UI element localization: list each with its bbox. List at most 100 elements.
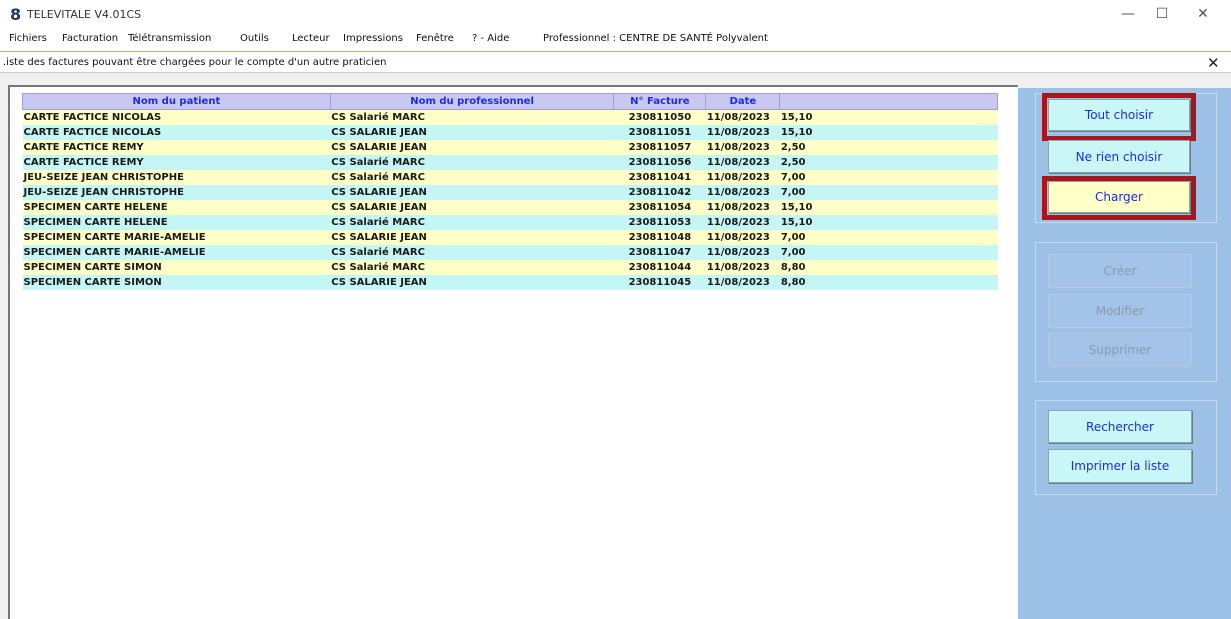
subwindow-title: .iste des factures pouvant être chargées…	[3, 57, 387, 68]
menu-outils[interactable]: Outils	[240, 33, 269, 44]
patient-name-cell: SPECIMEN CARTE MARIE-AMELIE	[22, 229, 331, 245]
subwindow-header: .iste des factures pouvant être chargées…	[0, 51, 1231, 73]
menu-impressions[interactable]: Impressions	[343, 33, 403, 44]
invoice-date-cell: 11/08/2023	[705, 259, 780, 275]
invoice-amount-cell: 7,00	[779, 169, 998, 185]
invoice-date-cell: 11/08/2023	[705, 229, 780, 245]
imprimer-liste-button[interactable]: Imprimer la liste	[1048, 449, 1192, 483]
patient-name-cell: CARTE FACTICE REMY	[22, 139, 331, 155]
patient-name-cell: CARTE FACTICE NICOLAS	[22, 124, 331, 140]
invoice-date-cell: 11/08/2023	[705, 184, 780, 200]
professional-name-cell: CS Salarié MARC	[330, 109, 614, 125]
invoice-number-cell: 230811042	[613, 184, 706, 200]
table-row[interactable]: SPECIMEN CARTE MARIE-AMELIE CS SALARIE JE…	[22, 229, 998, 245]
professional-name-cell: CS Salarié MARC	[330, 169, 614, 185]
table-row[interactable]: JEU-SEIZE JEAN CHRISTOPHE CS Salarié MARC…	[22, 169, 998, 185]
column-header-amount	[779, 93, 998, 110]
invoice-amount-cell: 7,00	[779, 244, 998, 260]
patient-name-cell: SPECIMEN CARTE MARIE-AMELIE	[22, 244, 331, 260]
professional-name-cell: CS SALARIE JEAN	[330, 229, 614, 245]
invoice-number-cell: 230811047	[613, 244, 706, 260]
menu-aide[interactable]: ? - Aide	[472, 33, 509, 44]
maximize-button[interactable]: ☐	[1147, 4, 1177, 24]
professional-name-cell: CS SALARIE JEAN	[330, 124, 614, 140]
creer-button[interactable]: Créer	[1048, 254, 1192, 288]
patient-name-cell: SPECIMEN CARTE HELENE	[22, 214, 331, 230]
subwindow-close-button[interactable]: ✕	[1207, 54, 1220, 72]
rechercher-button[interactable]: Rechercher	[1048, 410, 1192, 443]
professional-name-cell: CS Salarié MARC	[330, 214, 614, 230]
invoice-date-cell: 11/08/2023	[705, 274, 780, 290]
invoice-amount-cell: 2,50	[779, 139, 998, 155]
professional-name-cell: CS SALARIE JEAN	[330, 274, 614, 290]
menu-fichiers[interactable]: Fichiers	[9, 33, 47, 44]
invoice-date-cell: 11/08/2023	[705, 154, 780, 170]
invoice-number-cell: 230811041	[613, 169, 706, 185]
invoice-number-cell: 230811051	[613, 124, 706, 140]
invoice-date-cell: 11/08/2023	[705, 244, 780, 260]
invoice-date-cell: 11/08/2023	[705, 109, 780, 125]
professional-name-cell: CS Salarié MARC	[330, 154, 614, 170]
invoice-number-cell: 230811057	[613, 139, 706, 155]
invoice-amount-cell: 7,00	[779, 229, 998, 245]
highlight-frame-charger	[1042, 176, 1196, 220]
column-header-invoice-number[interactable]: N° Facture	[613, 93, 707, 110]
table-row[interactable]: CARTE FACTICE NICOLAS CS SALARIE JEAN 2308…	[22, 124, 998, 140]
table-row[interactable]: SPECIMEN CARTE SIMON CS Salarié MARC 23081…	[22, 259, 998, 275]
table-row[interactable]: SPECIMEN CARTE MARIE-AMELIE CS Salarié MA…	[22, 244, 998, 260]
patient-name-cell: CARTE FACTICE REMY	[22, 154, 331, 170]
professional-name-cell: CS SALARIE JEAN	[330, 184, 614, 200]
supprimer-button[interactable]: Supprimer	[1048, 333, 1192, 367]
professional-name-cell: CS Salarié MARC	[330, 244, 614, 260]
professional-name-cell: CS Salarié MARC	[330, 259, 614, 275]
minimize-button[interactable]: —	[1113, 4, 1143, 24]
patient-name-cell: SPECIMEN CARTE SIMON	[22, 274, 331, 290]
invoice-date-cell: 11/08/2023	[705, 199, 780, 215]
patient-name-cell: JEU-SEIZE JEAN CHRISTOPHE	[22, 169, 331, 185]
menu-lecteur[interactable]: Lecteur	[292, 33, 330, 44]
column-header-date[interactable]: Date	[705, 93, 781, 110]
invoice-amount-cell: 15,10	[779, 214, 998, 230]
window-title: TELEVITALE V4.01CS	[27, 8, 142, 21]
invoice-amount-cell: 8,80	[779, 274, 998, 290]
invoice-amount-cell: 15,10	[779, 124, 998, 140]
window-titlebar: 8 TELEVITALE V4.01CS — ☐ ✕	[0, 0, 1231, 30]
modifier-button[interactable]: Modifier	[1048, 294, 1192, 328]
invoice-date-cell: 11/08/2023	[705, 169, 780, 185]
table-row[interactable]: SPECIMEN CARTE HELENE CS SALARIE JEAN 2308…	[22, 199, 998, 215]
invoice-amount-cell: 15,10	[779, 109, 998, 125]
column-header-patient[interactable]: Nom du patient	[22, 93, 331, 110]
table-row[interactable]: CARTE FACTICE REMY CS SALARIE JEAN 2308110…	[22, 139, 998, 155]
patient-name-cell: SPECIMEN CARTE HELENE	[22, 199, 331, 215]
menu-bar: Fichiers Facturation Télétransmission Ou…	[0, 30, 1231, 48]
ne-rien-choisir-button[interactable]: Ne rien choisir	[1048, 140, 1190, 173]
invoice-number-cell: 230811045	[613, 274, 706, 290]
invoice-number-cell: 230811044	[613, 259, 706, 275]
professional-label: Professionnel : CENTRE DE SANTÉ Polyvale…	[543, 33, 768, 44]
menu-fenetre[interactable]: Fenêtre	[416, 33, 454, 44]
table-row[interactable]: SPECIMEN CARTE HELENE CS Salarié MARC 2308…	[22, 214, 998, 230]
table-row[interactable]: SPECIMEN CARTE SIMON CS SALARIE JEAN 23081…	[22, 274, 998, 290]
menu-teletransmission[interactable]: Télétransmission	[128, 33, 211, 44]
column-header-professional[interactable]: Nom du professionnel	[329, 93, 615, 110]
invoice-date-cell: 11/08/2023	[705, 124, 780, 140]
professional-name-cell: CS SALARIE JEAN	[330, 199, 614, 215]
menu-facturation[interactable]: Facturation	[62, 33, 118, 44]
action-panel: Tout choisir Ne rien choisir Charger Cré…	[1018, 88, 1231, 619]
professional-name-cell: CS SALARIE JEAN	[330, 139, 614, 155]
app-icon: 8	[10, 5, 22, 24]
invoice-number-cell: 230811050	[613, 109, 706, 125]
table-row[interactable]: CARTE FACTICE REMY CS Salarié MARC 2308110…	[22, 154, 998, 170]
invoice-date-cell: 11/08/2023	[705, 139, 780, 155]
invoice-amount-cell: 8,80	[779, 259, 998, 275]
invoice-number-cell: 230811056	[613, 154, 706, 170]
invoice-date-cell: 11/08/2023	[705, 214, 780, 230]
invoice-number-cell: 230811048	[613, 229, 706, 245]
patient-name-cell: JEU-SEIZE JEAN CHRISTOPHE	[22, 184, 331, 200]
invoice-amount-cell: 15,10	[779, 199, 998, 215]
invoice-number-cell: 230811053	[613, 214, 706, 230]
table-row[interactable]: JEU-SEIZE JEAN CHRISTOPHE CS SALARIE JEAN…	[22, 184, 998, 200]
table-row[interactable]: CARTE FACTICE NICOLAS CS Salarié MARC 2308…	[22, 109, 998, 125]
invoice-number-cell: 230811054	[613, 199, 706, 215]
close-window-button[interactable]: ✕	[1188, 4, 1218, 24]
